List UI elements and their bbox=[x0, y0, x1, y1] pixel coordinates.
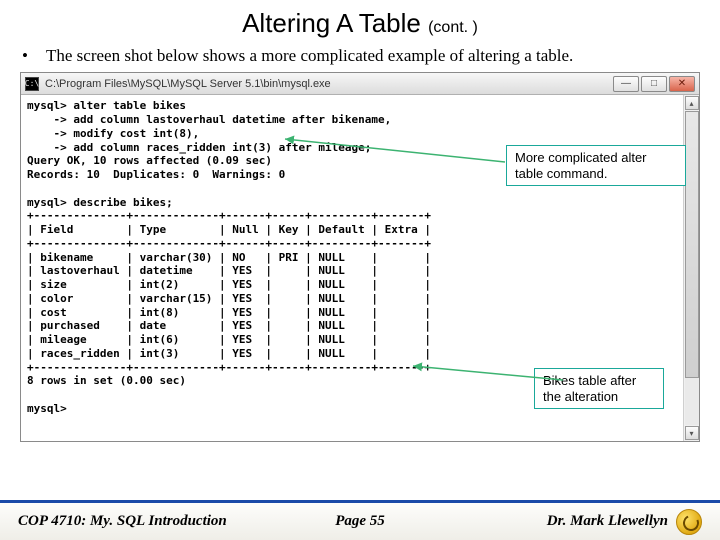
window-titlebar: C:\ C:\Program Files\MySQL\MySQL Server … bbox=[21, 73, 699, 95]
bullet-marker: • bbox=[18, 45, 46, 66]
callout-result: Bikes table after the alteration bbox=[534, 368, 664, 409]
window-title: C:\Program Files\MySQL\MySQL Server 5.1\… bbox=[45, 78, 331, 90]
window-buttons: — □ ✕ bbox=[613, 76, 695, 92]
close-button[interactable]: ✕ bbox=[669, 76, 695, 92]
slide-title: Altering A Table (cont. ) bbox=[18, 8, 702, 39]
callout-command: More complicated alter table command. bbox=[506, 145, 686, 186]
title-main: Altering A Table bbox=[242, 8, 428, 38]
cmd-icon: C:\ bbox=[25, 77, 39, 91]
scroll-thumb[interactable] bbox=[685, 111, 699, 378]
footer-page: Page 55 bbox=[335, 513, 385, 530]
school-logo-icon bbox=[676, 509, 702, 535]
scroll-down-button[interactable]: ▾ bbox=[685, 426, 699, 440]
slide-footer: COP 4710: My. SQL Introduction Page 55 D… bbox=[0, 500, 720, 540]
scroll-up-button[interactable]: ▴ bbox=[685, 96, 699, 110]
bullet-item: • The screen shot below shows a more com… bbox=[18, 45, 702, 66]
minimize-button[interactable]: — bbox=[613, 76, 639, 92]
bullet-text: The screen shot below shows a more compl… bbox=[46, 45, 702, 66]
maximize-button[interactable]: □ bbox=[641, 76, 667, 92]
scroll-track[interactable] bbox=[685, 111, 699, 425]
footer-author: Dr. Mark Llewellyn bbox=[547, 513, 668, 530]
footer-course: COP 4710: My. SQL Introduction bbox=[18, 513, 227, 530]
title-cont: (cont. ) bbox=[428, 19, 478, 36]
slide: Altering A Table (cont. ) • The screen s… bbox=[0, 0, 720, 540]
